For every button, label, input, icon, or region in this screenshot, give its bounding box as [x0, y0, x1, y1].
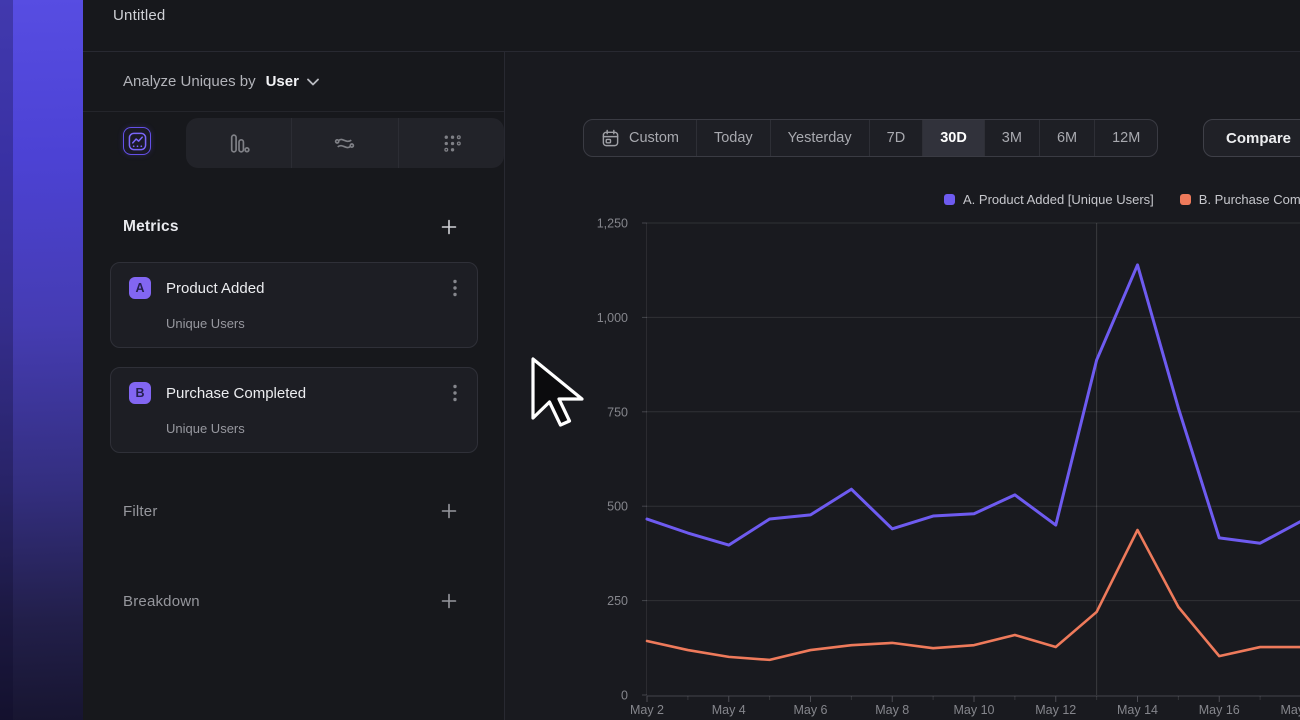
- filter-title: Filter: [123, 503, 158, 520]
- top-header: Untitled: [83, 0, 1300, 52]
- range-30d[interactable]: 30D: [922, 120, 984, 156]
- range-custom-label: Custom: [629, 130, 679, 146]
- chevron-down-icon[interactable]: [307, 78, 319, 86]
- metrics-title: Metrics: [123, 218, 179, 236]
- range-yesterday[interactable]: Yesterday: [770, 120, 869, 156]
- filter-section-header: Filter: [83, 496, 504, 526]
- x-axis-label: May 8: [875, 703, 909, 717]
- breakdown-section-header: Breakdown: [83, 586, 504, 616]
- compare-label: Compare: [1226, 130, 1291, 147]
- metric-measure[interactable]: Unique Users: [166, 421, 245, 436]
- tab-retention-grid[interactable]: [398, 118, 504, 168]
- add-breakdown-button[interactable]: [440, 592, 458, 610]
- line-chart-icon: [128, 132, 147, 151]
- x-axis-label: May 18: [1281, 703, 1300, 717]
- metric-card[interactable]: B Purchase Completed Unique Users: [110, 367, 478, 453]
- y-axis-label: 1,000: [597, 311, 628, 325]
- document-title[interactable]: Untitled: [113, 7, 165, 24]
- x-axis-label: May 12: [1035, 703, 1076, 717]
- legend-label: A. Product Added [Unique Users]: [963, 192, 1154, 207]
- metric-name: Product Added: [166, 280, 264, 297]
- metric-badge: A: [129, 277, 151, 299]
- metric-badge: B: [129, 382, 151, 404]
- analyze-uniques-row: Analyze Uniques by User: [83, 52, 504, 112]
- metric-card-list: A Product Added Unique Users B Purchase …: [110, 262, 478, 472]
- compare-button[interactable]: Compare: [1203, 119, 1300, 157]
- metric-name: Purchase Completed: [166, 385, 306, 402]
- metric-card[interactable]: A Product Added Unique Users: [110, 262, 478, 348]
- legend-swatch: [944, 194, 955, 205]
- left-gradient-decoration: [0, 0, 83, 720]
- y-axis-label: 0: [621, 689, 628, 703]
- tab-flows[interactable]: [291, 118, 397, 168]
- chart-type-tab-group: [186, 118, 504, 168]
- x-axis-label: May 10: [954, 703, 995, 717]
- metric-measure[interactable]: Unique Users: [166, 316, 245, 331]
- legend-label: B. Purchase Completed [Unique Users]: [1199, 192, 1300, 207]
- flows-icon: [333, 132, 356, 155]
- range-custom[interactable]: Custom: [584, 120, 696, 156]
- x-axis-label: May 6: [793, 703, 827, 717]
- range-3m[interactable]: 3M: [984, 120, 1039, 156]
- chart-panel: Custom TodayYesterday7D30D3M6M12M Compar…: [505, 52, 1300, 720]
- y-axis-label: 500: [607, 500, 628, 514]
- legend-item[interactable]: B. Purchase Completed [Unique Users]: [1180, 192, 1300, 207]
- analyze-unit-dropdown[interactable]: User: [266, 73, 299, 90]
- range-12m[interactable]: 12M: [1094, 120, 1157, 156]
- tab-line-chart[interactable]: [123, 127, 151, 155]
- calendar-icon: [601, 129, 620, 148]
- y-axis-label: 750: [607, 405, 628, 419]
- chart-legend: A. Product Added [Unique Users] B. Purcha…: [944, 192, 1300, 207]
- x-axis-label: May 2: [630, 703, 664, 717]
- legend-item[interactable]: A. Product Added [Unique Users]: [944, 192, 1154, 207]
- x-axis-label: May 4: [712, 703, 746, 717]
- chart-type-tabs: [83, 112, 504, 169]
- breakdown-title: Breakdown: [123, 593, 200, 610]
- series-line-a[interactable]: [647, 265, 1300, 545]
- analyze-label: Analyze Uniques by: [123, 73, 256, 90]
- range-7d[interactable]: 7D: [869, 120, 923, 156]
- y-axis-label: 1,250: [597, 217, 628, 231]
- kebab-menu-icon[interactable]: [447, 279, 463, 297]
- x-axis-label: May 16: [1199, 703, 1240, 717]
- date-range-selector: Custom TodayYesterday7D30D3M6M12M: [583, 119, 1158, 157]
- tab-bar-chart[interactable]: [186, 118, 291, 168]
- bar-chart-icon: [227, 132, 250, 155]
- series-line-b[interactable]: [647, 530, 1300, 660]
- metrics-section-header: Metrics: [83, 212, 504, 242]
- add-filter-button[interactable]: [440, 502, 458, 520]
- dots-grid-icon: [440, 132, 463, 155]
- add-metric-button[interactable]: [440, 218, 458, 236]
- line-chart[interactable]: 0 250 500 750 1,000 1,250 May 2 May 4 May 6 May 8…: [505, 212, 1300, 720]
- range-today[interactable]: Today: [696, 120, 770, 156]
- kebab-menu-icon[interactable]: [447, 384, 463, 402]
- y-axis-label: 250: [607, 594, 628, 608]
- legend-swatch: [1180, 194, 1191, 205]
- app-window: Untitled Analyze Uniques by User: [0, 0, 1300, 720]
- x-axis-label: May 14: [1117, 703, 1158, 717]
- range-6m[interactable]: 6M: [1039, 120, 1094, 156]
- query-sidebar: Analyze Uniques by User: [83, 52, 505, 720]
